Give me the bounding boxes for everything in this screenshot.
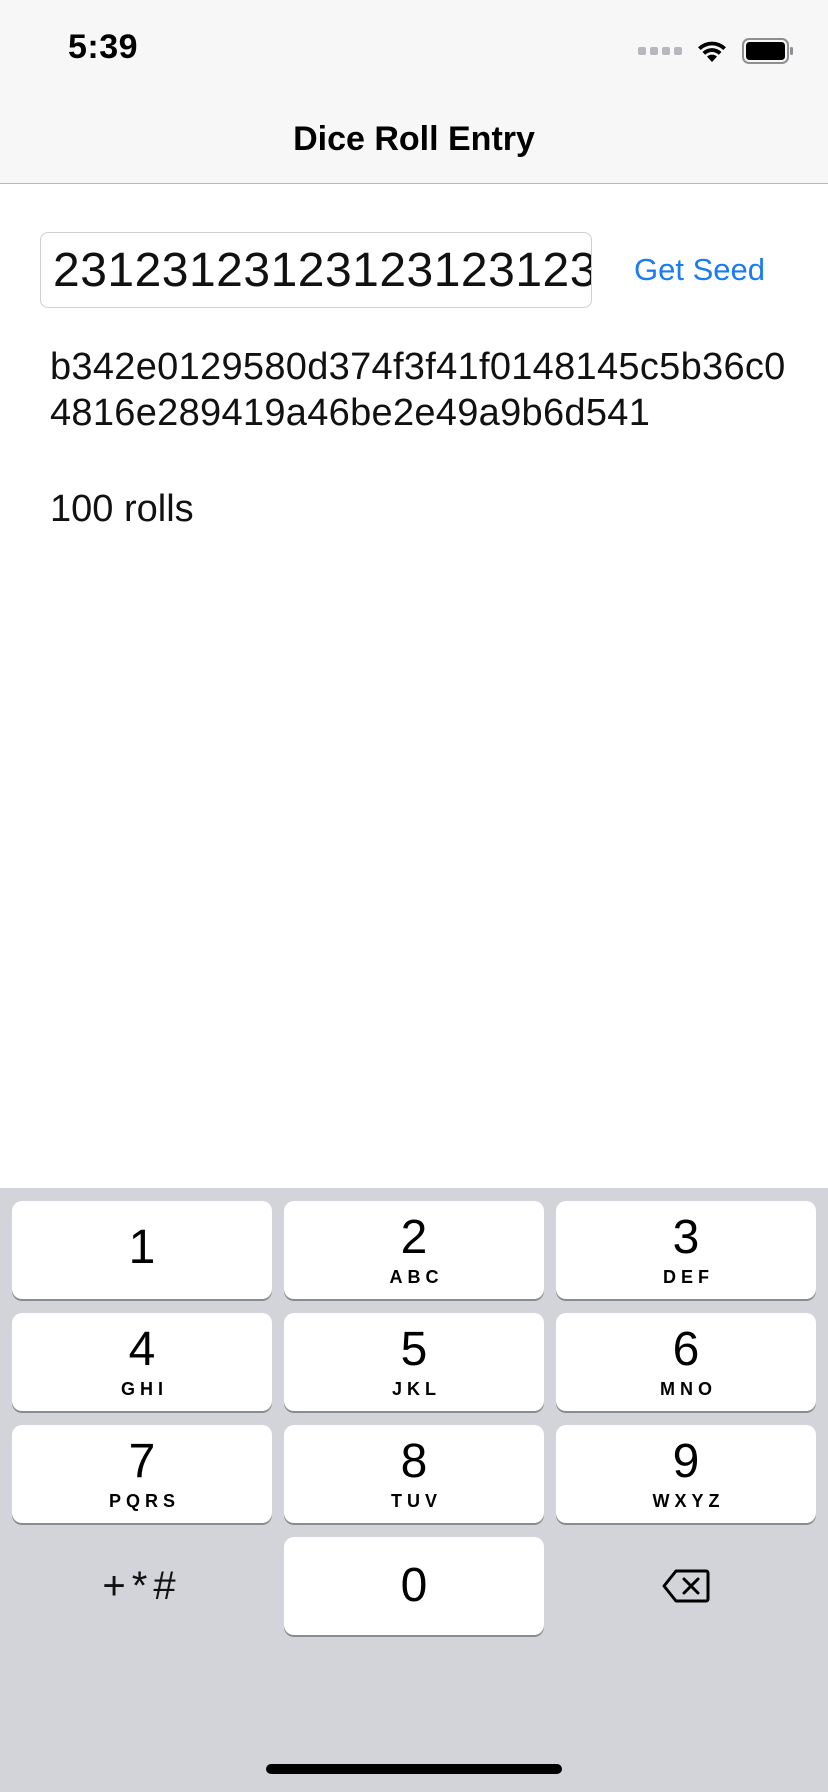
numeric-keypad: 1 2 ABC 3 DEF 4 GHI 5 JKL 6 MNO 7 PQRS 8…: [0, 1188, 828, 1792]
get-seed-button[interactable]: Get Seed: [634, 252, 765, 288]
status-icons: [638, 36, 794, 66]
wifi-icon: [698, 41, 726, 62]
key-9[interactable]: 9 WXYZ: [556, 1425, 816, 1523]
delete-backspace-icon: [662, 1569, 710, 1603]
key-digit: 7: [128, 1434, 156, 1488]
seed-hash-text: b342e0129580d374f3f41f0148145c5b36c04816…: [50, 346, 786, 434]
key-symbols[interactable]: +*#: [12, 1537, 272, 1635]
key-4[interactable]: 4 GHI: [12, 1313, 272, 1411]
key-digit: 9: [672, 1434, 700, 1488]
key-0[interactable]: 0: [284, 1537, 544, 1635]
key-digit: 3: [672, 1210, 700, 1264]
key-delete[interactable]: [556, 1537, 816, 1635]
battery-icon: [742, 38, 793, 64]
key-digit: 0: [400, 1559, 428, 1612]
key-letters: JKL: [391, 1378, 441, 1399]
top-bar: 5:39 Dice Roll Entry: [0, 0, 828, 184]
key-digit: 1: [128, 1221, 156, 1274]
key-letters: GHI: [120, 1378, 168, 1399]
key-digit: 2: [400, 1210, 428, 1264]
key-1[interactable]: 1: [12, 1201, 272, 1299]
key-6[interactable]: 6 MNO: [556, 1313, 816, 1411]
seed-input[interactable]: 2312312312312312312312: [40, 232, 592, 308]
key-digit: 6: [672, 1322, 700, 1376]
key-digit: 5: [400, 1322, 428, 1376]
symbols-label: +*#: [102, 1563, 182, 1608]
key-3[interactable]: 3 DEF: [556, 1201, 816, 1299]
key-letters: TUV: [391, 1490, 442, 1511]
key-letters: ABC: [389, 1266, 444, 1287]
key-2[interactable]: 2 ABC: [284, 1201, 544, 1299]
key-letters: DEF: [663, 1266, 714, 1287]
key-digit: 8: [400, 1434, 428, 1488]
key-8[interactable]: 8 TUV: [284, 1425, 544, 1523]
app-screen: 5:39 Dice Roll Entry 2312312312312312312…: [0, 0, 828, 1792]
key-letters: WXYZ: [652, 1490, 725, 1511]
key-digit: 4: [128, 1322, 156, 1376]
key-5[interactable]: 5 JKL: [284, 1313, 544, 1411]
rolls-count-text: 100 rolls: [50, 488, 194, 530]
key-7[interactable]: 7 PQRS: [12, 1425, 272, 1523]
key-letters: MNO: [660, 1378, 717, 1399]
key-letters: PQRS: [108, 1490, 180, 1511]
home-indicator[interactable]: [266, 1764, 562, 1774]
status-time: 5:39: [68, 28, 139, 66]
nav-title: Dice Roll Entry: [293, 120, 535, 158]
cellular-signal-icon: [638, 47, 682, 55]
